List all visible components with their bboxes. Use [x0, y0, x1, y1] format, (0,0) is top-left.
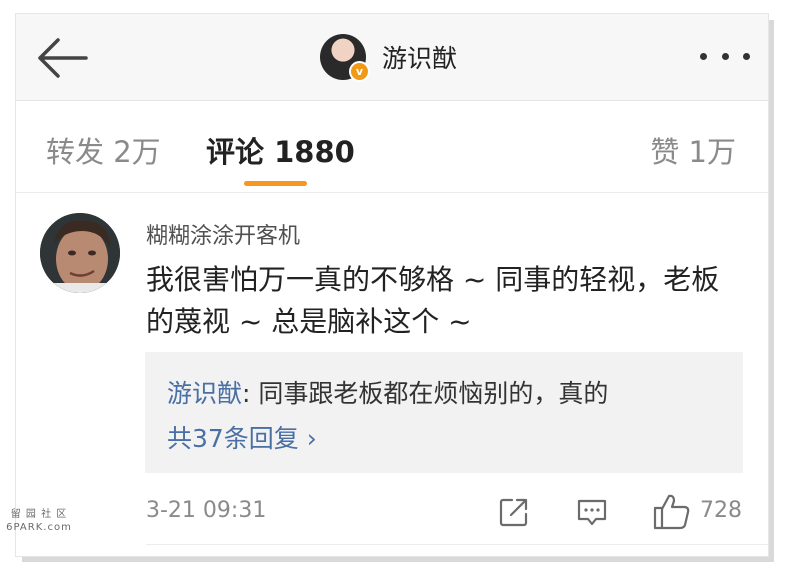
commenter-username[interactable]: 糊糊涂涂开客机: [146, 218, 300, 250]
weibo-comment-page: v 游识猷 转发 2万 评论 1880 赞 1万 糊糊涂涂开客机 我很害怕万一真…: [16, 14, 768, 556]
reply-line: 游识猷: 同事跟老板都在烦恼别的，真的: [167, 374, 608, 410]
commenter-avatar[interactable]: [40, 213, 120, 293]
comment-button[interactable]: [576, 496, 608, 528]
top-navigation-bar: v 游识猷: [16, 14, 768, 100]
tab-comments[interactable]: 评论 1880: [206, 129, 355, 171]
watermark: 留 园 社 区 6PARK.com: [4, 508, 74, 534]
comment-text: 我很害怕万一真的不够格 ~ 同事的轻视，老板的蔑视 ~ 总是脑补这个 ~: [146, 263, 720, 338]
tab-bar: 转发 2万 评论 1880 赞 1万: [16, 101, 768, 193]
divider: [16, 192, 768, 193]
more-dot: [743, 52, 750, 60]
watermark-line: 留 园 社 区: [10, 509, 68, 520]
reply-text: 同事跟老板都在烦恼别的，真的: [250, 379, 609, 408]
comment-timestamp: 3-21 09:31: [146, 498, 267, 523]
view-replies-link[interactable]: 共37条回复 ›: [167, 419, 317, 455]
portrait-image: [40, 213, 120, 293]
tab-reposts[interactable]: 转发 2万: [46, 129, 161, 171]
page-title: 游识猷: [382, 44, 458, 73]
avatar[interactable]: v: [320, 34, 370, 82]
profile-title[interactable]: v 游识猷: [320, 30, 457, 84]
more-dot: [700, 52, 707, 60]
like-count: 728: [700, 498, 742, 523]
thumbs-up-icon: [653, 494, 690, 530]
active-tab-indicator: [244, 181, 307, 186]
share-icon: [499, 498, 528, 527]
reply-preview[interactable]: 游识猷: 同事跟老板都在烦恼别的，真的 共37条回复 ›: [145, 352, 743, 473]
tab-likes[interactable]: 赞 1万: [650, 129, 736, 171]
reply-author[interactable]: 游识猷: [167, 379, 242, 408]
back-button[interactable]: [34, 36, 90, 80]
comment-icon: [577, 499, 607, 526]
more-options-button[interactable]: [700, 44, 750, 68]
watermark-line: 6PARK.com: [6, 522, 72, 533]
more-dot: [721, 52, 729, 60]
share-button[interactable]: [498, 496, 530, 528]
arrow-left-icon: [38, 38, 88, 78]
divider: [146, 544, 768, 545]
verified-badge: v: [349, 61, 370, 82]
like-button[interactable]: [652, 492, 692, 530]
